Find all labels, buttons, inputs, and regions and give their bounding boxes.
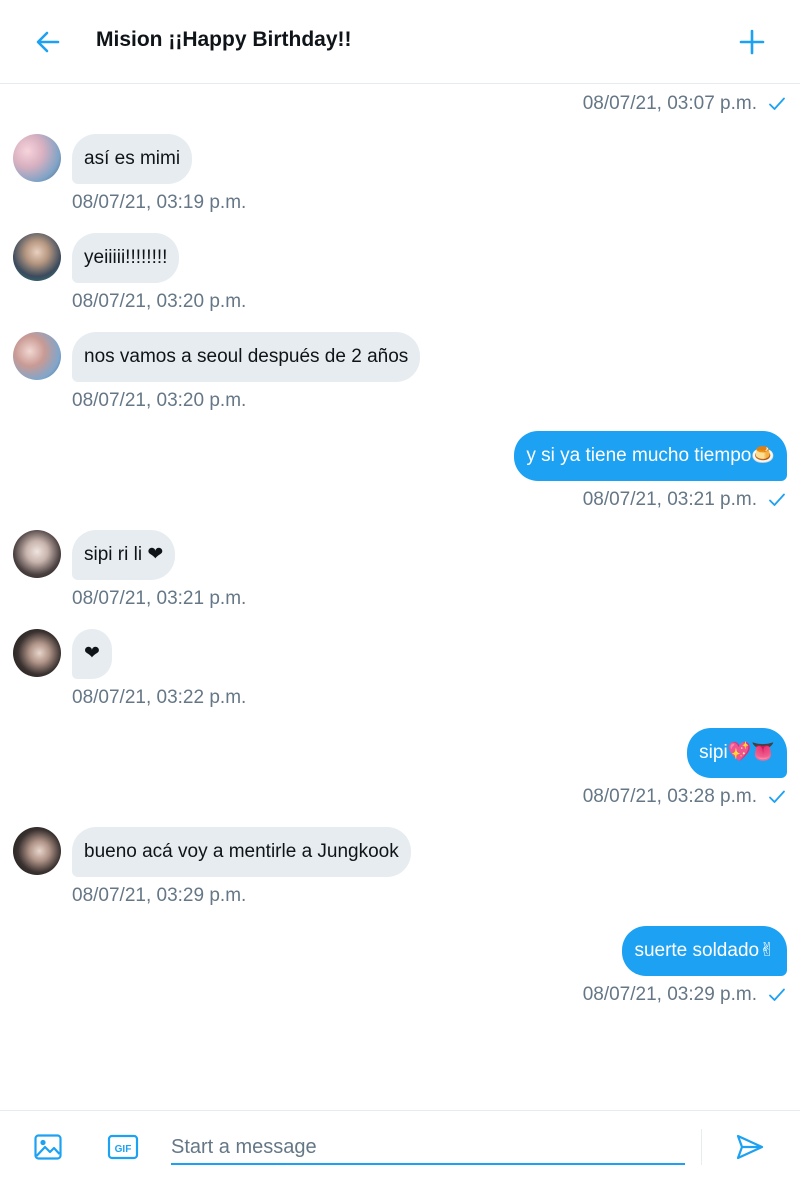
add-people-button[interactable]: [732, 22, 772, 62]
sender-avatar[interactable]: [13, 332, 61, 380]
message-timestamp: 08/07/21, 03:29 p.m.: [582, 984, 757, 1005]
dm-conversation-screen: Mision ¡¡Happy Birthday!! 08/07/21, 03:0…: [0, 0, 800, 1180]
conversation-title[interactable]: Mision ¡¡Happy Birthday!!: [96, 28, 352, 52]
message-timestamp: 08/07/21, 03:21 p.m.: [72, 588, 247, 609]
message-bubble[interactable]: ❤: [72, 629, 112, 679]
message-timestamp: 08/07/21, 03:07 p.m.: [582, 93, 757, 114]
sender-avatar[interactable]: [13, 827, 61, 875]
message-bubble[interactable]: y si ya tiene mucho tiempo🍮: [514, 431, 787, 481]
sender-avatar[interactable]: [13, 629, 61, 677]
sent-check-icon: [769, 493, 785, 506]
message-timestamp: 08/07/21, 03:21 p.m.: [582, 489, 757, 510]
message-bubble[interactable]: así es mimi: [72, 134, 193, 184]
sent-check-icon: [769, 97, 785, 110]
add-photo-button[interactable]: [28, 1127, 68, 1167]
message-bubble[interactable]: suerte soldado✌: [622, 926, 787, 976]
message-bubble[interactable]: sipi ri li ❤: [72, 530, 176, 580]
message-timestamp: 08/07/21, 03:20 p.m.: [72, 291, 247, 312]
message-bubble[interactable]: nos vamos a seoul después de 2 años: [72, 332, 421, 382]
sender-avatar[interactable]: [13, 134, 61, 182]
svg-text:GIF: GIF: [115, 1144, 132, 1155]
conversation-header: Mision ¡¡Happy Birthday!!: [0, 0, 800, 84]
plus-icon: [739, 29, 765, 55]
image-icon: [34, 1134, 62, 1160]
message-list[interactable]: 08/07/21, 03:07 p.m. así es mimi 08/07/2…: [0, 84, 800, 1110]
message-bubble[interactable]: sipi💖👅: [687, 728, 787, 778]
back-arrow-icon: [36, 31, 60, 53]
sender-avatar[interactable]: [13, 530, 61, 578]
add-gif-button[interactable]: GIF: [103, 1127, 143, 1167]
sent-check-icon: [769, 790, 785, 803]
send-button[interactable]: [730, 1127, 770, 1167]
message-timestamp: 08/07/21, 03:29 p.m.: [72, 885, 247, 906]
message-composer: GIF: [0, 1110, 800, 1180]
sent-check-icon: [769, 988, 785, 1001]
message-timestamp: 08/07/21, 03:20 p.m.: [72, 390, 247, 411]
message-bubble[interactable]: bueno acá voy a mentirle a Jungkook: [72, 827, 411, 877]
back-button[interactable]: [28, 22, 68, 62]
gif-icon: GIF: [107, 1134, 139, 1160]
message-input[interactable]: [171, 1131, 685, 1165]
message-timestamp: 08/07/21, 03:19 p.m.: [72, 192, 247, 213]
composer-divider: [701, 1129, 702, 1165]
sender-avatar[interactable]: [13, 233, 61, 281]
message-timestamp: 08/07/21, 03:28 p.m.: [582, 786, 757, 807]
send-icon: [736, 1134, 764, 1160]
message-timestamp: 08/07/21, 03:22 p.m.: [72, 687, 247, 708]
message-bubble[interactable]: yeiiiii!!!!!!!!: [72, 233, 180, 283]
